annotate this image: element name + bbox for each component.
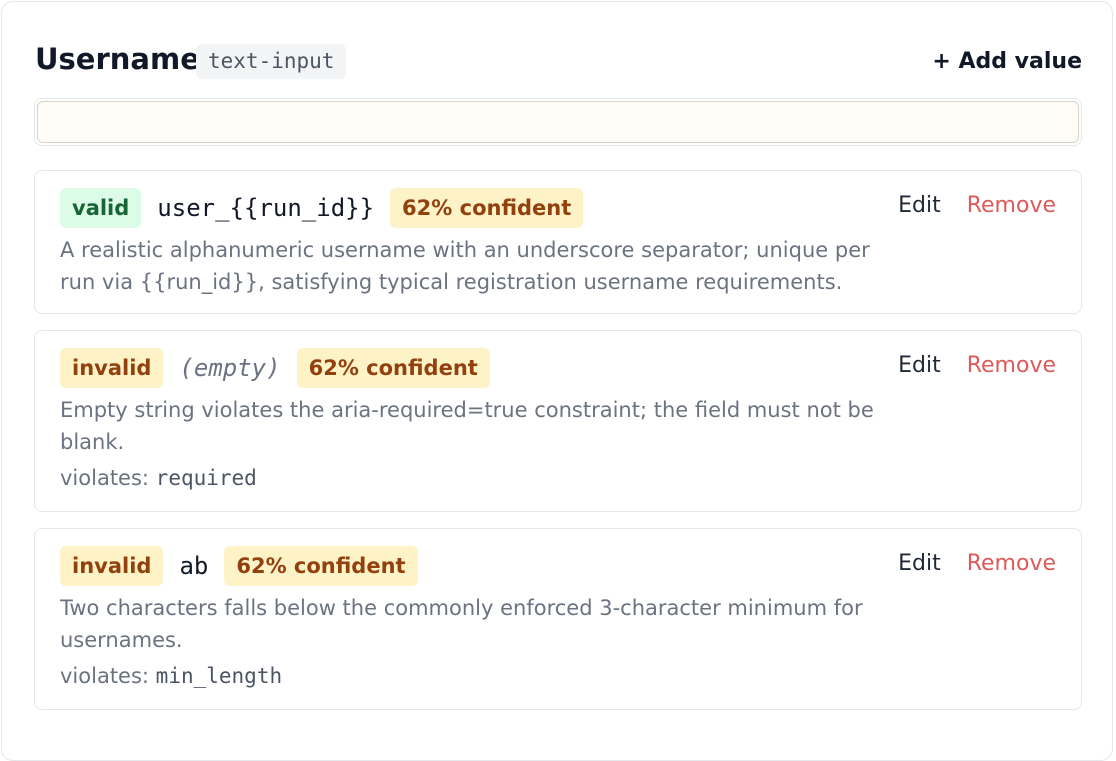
edit-button[interactable]: Edit bbox=[898, 190, 941, 222]
value-card-actions: Edit Remove bbox=[898, 190, 1056, 222]
value-card-header: invalid (empty) 62% confident bbox=[60, 348, 490, 388]
validity-badge: invalid bbox=[60, 348, 164, 388]
remove-button[interactable]: Remove bbox=[967, 548, 1056, 580]
value-text: user_{{run_id}} bbox=[157, 194, 375, 222]
input-wrapper bbox=[34, 98, 1082, 146]
value-card-actions: Edit Remove bbox=[898, 350, 1056, 382]
confidence-badge: 62% confident bbox=[390, 188, 584, 228]
value-card-header: valid user_{{run_id}} 62% confident bbox=[60, 188, 584, 228]
value-description: A realistic alphanumeric username with a… bbox=[60, 238, 870, 294]
value-card: valid user_{{run_id}} 62% confident Edit… bbox=[34, 170, 1082, 314]
value-description: Empty string violates the aria-required=… bbox=[60, 398, 874, 454]
value-card-header: invalid ab 62% confident bbox=[60, 546, 418, 586]
confidence-badge: 62% confident bbox=[224, 546, 418, 586]
remove-button[interactable]: Remove bbox=[967, 350, 1056, 382]
violates-rule: min_length bbox=[155, 664, 283, 688]
value-description: Two characters falls below the commonly … bbox=[60, 596, 863, 652]
edit-button[interactable]: Edit bbox=[898, 548, 941, 580]
value-card: invalid (empty) 62% confident Edit Remov… bbox=[34, 330, 1082, 512]
field-header: Username text-input + Add value bbox=[35, 40, 1082, 84]
violates-label: violates: bbox=[60, 466, 149, 490]
confidence-badge: 62% confident bbox=[296, 348, 490, 388]
username-input[interactable] bbox=[37, 101, 1079, 143]
violates-label: violates: bbox=[60, 664, 149, 688]
field-title: Username bbox=[35, 42, 200, 76]
validity-badge: invalid bbox=[60, 546, 164, 586]
validity-badge: valid bbox=[60, 188, 142, 228]
remove-button[interactable]: Remove bbox=[967, 190, 1056, 222]
value-text: ab bbox=[179, 552, 209, 580]
value-card: invalid ab 62% confident Edit Remove Two… bbox=[34, 528, 1082, 710]
value-card-actions: Edit Remove bbox=[898, 548, 1056, 580]
violates-line: violates: min_length bbox=[60, 660, 282, 692]
edit-button[interactable]: Edit bbox=[898, 350, 941, 382]
add-value-button[interactable]: + Add value bbox=[932, 46, 1082, 78]
violates-line: violates: required bbox=[60, 462, 257, 494]
value-text: (empty) bbox=[179, 354, 281, 382]
violates-rule: required bbox=[155, 466, 257, 490]
field-type-tag: text-input bbox=[196, 44, 347, 79]
